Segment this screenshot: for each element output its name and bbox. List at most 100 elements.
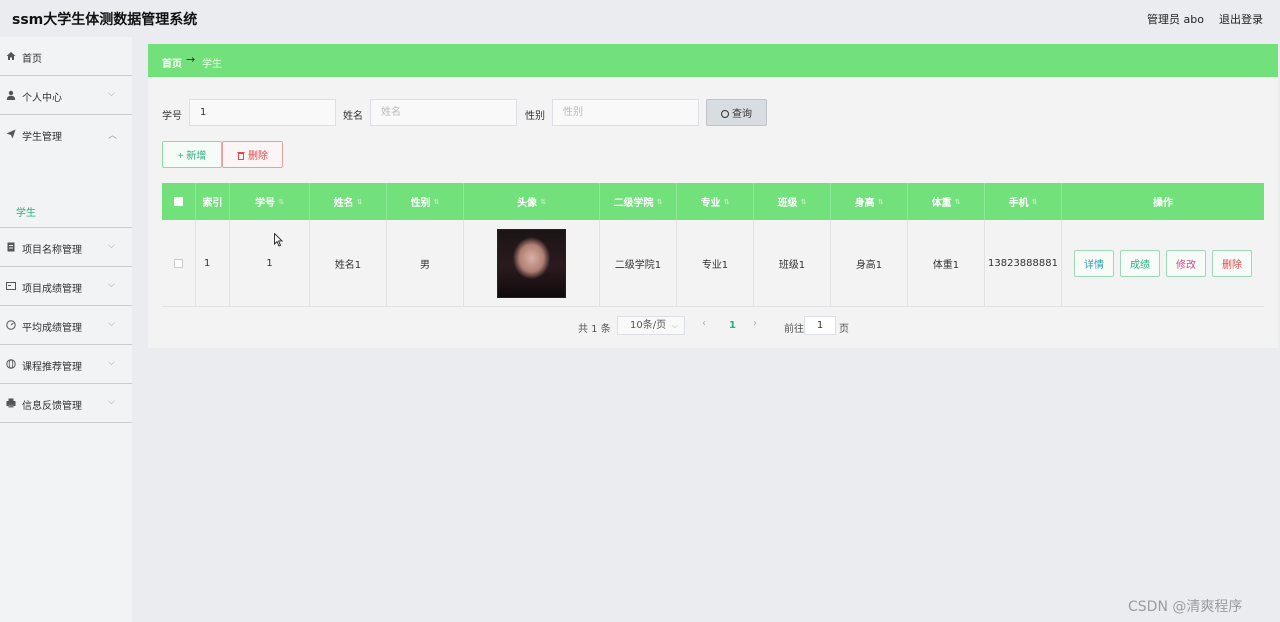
goto-page-input[interactable] (804, 316, 836, 335)
main-panel: 首页 → 学生 学号 姓名 性别 查询 + 新增 删除 索引 学号⇅ 姓名⇅ 性… (148, 44, 1278, 348)
chevron-down-icon: ⌵ (108, 89, 115, 99)
sort-icon[interactable]: ⇅ (540, 198, 546, 206)
select-all-checkbox[interactable] (174, 197, 183, 206)
cell-phone: 13823888881 (985, 220, 1062, 306)
sidebar-item-students[interactable]: 学生管理 ︿ 学生 (0, 115, 132, 228)
page-unit-label: 页 (839, 324, 849, 335)
col-height-label: 身高 (854, 198, 875, 209)
sidebar-item-label: 信息反馈管理 (22, 401, 82, 412)
chevron-down-icon: ⌵ (108, 397, 115, 407)
gender-label: 性别 (525, 111, 545, 122)
student-no-input[interactable] (189, 99, 336, 126)
sort-icon[interactable]: ⇅ (278, 198, 284, 206)
col-name[interactable]: 姓名 ⇅ (310, 183, 387, 220)
sort-icon[interactable]: ⇅ (357, 198, 363, 206)
row-select-cell[interactable] (162, 220, 196, 306)
cell-student-no: 1 (230, 220, 310, 306)
col-college-label: 二级学院 (613, 198, 654, 209)
chevron-down-icon: ⌵ (108, 280, 115, 290)
sidebar-item-average-scores[interactable]: 平均成绩管理 ⌵ (0, 306, 132, 345)
name-input[interactable] (370, 99, 517, 126)
delete-button[interactable]: 删除 (1212, 249, 1252, 277)
col-major[interactable]: 专业 ⇅ (677, 183, 754, 220)
arrow-right-icon: → (186, 53, 196, 66)
sidebar-item-label: 首页 (22, 54, 42, 65)
col-weight-label: 体重 (931, 198, 952, 209)
batch-delete-button[interactable]: 删除 (222, 141, 283, 168)
sort-icon[interactable]: ⇅ (801, 198, 807, 206)
sidebar-item-project-names[interactable]: 项目名称管理 ⌵ (0, 228, 132, 267)
col-student-no[interactable]: 学号 ⇅ (230, 183, 310, 220)
sidebar-item-label: 平均成绩管理 (22, 323, 82, 334)
col-height[interactable]: 身高 ⇅ (831, 183, 908, 220)
sort-icon[interactable]: ⇅ (434, 198, 440, 206)
col-phone-label: 手机 (1008, 198, 1029, 209)
row-checkbox[interactable] (174, 258, 183, 268)
col-college[interactable]: 二级学院 ⇅ (600, 183, 677, 220)
gauge-icon (6, 320, 16, 330)
sort-icon[interactable]: ⇅ (1032, 198, 1038, 206)
edit-button[interactable]: 修改 (1166, 249, 1206, 277)
batch-delete-label: 删除 (248, 151, 268, 162)
sidebar-item-project-scores[interactable]: 项目成绩管理 ⌵ (0, 267, 132, 306)
sidebar-item-profile[interactable]: 个人中心 ⌵ (0, 76, 132, 115)
col-weight[interactable]: 体重 ⇅ (908, 183, 985, 220)
query-button-label: 查询 (732, 109, 752, 120)
col-major-label: 专业 (700, 198, 721, 209)
col-gender-label: 性别 (410, 198, 431, 209)
page-number-current[interactable]: 1 (729, 320, 736, 331)
sidebar-item-label: 项目成绩管理 (22, 284, 82, 295)
col-class[interactable]: 班级 ⇅ (754, 183, 831, 220)
user-icon (6, 90, 16, 100)
printer-icon (6, 398, 16, 408)
page-size-value: 10条/页 (630, 320, 667, 331)
pagination-total: 共 1 条 (578, 324, 611, 335)
table-row: 1 1 姓名1 男 二级学院1 专业1 班级1 身高1 体重1 13823888… (162, 220, 1264, 307)
col-actions: 操作 (1062, 183, 1264, 220)
score-button[interactable]: 成绩 (1120, 249, 1160, 277)
search-icon (721, 110, 729, 118)
sidebar-item-label: 课程推荐管理 (22, 362, 82, 373)
cell-avatar (464, 220, 600, 306)
detail-button[interactable]: 详情 (1074, 249, 1114, 277)
gender-input[interactable] (552, 99, 699, 126)
chevron-down-icon: ⌵ (671, 321, 678, 330)
sort-icon[interactable]: ⇅ (724, 198, 730, 206)
breadcrumb-home[interactable]: 首页 (162, 55, 182, 70)
query-button[interactable]: 查询 (706, 99, 767, 126)
col-phone[interactable]: 手机 ⇅ (985, 183, 1062, 220)
current-user: 管理员 abo (1147, 13, 1204, 26)
app-title: ssm大学生体测数据管理系统 (12, 12, 198, 28)
col-gender[interactable]: 性别 ⇅ (387, 183, 464, 220)
trash-icon (237, 152, 245, 160)
cell-college: 二级学院1 (600, 220, 677, 306)
col-avatar-label: 头像 (517, 198, 538, 209)
sort-icon[interactable]: ⇅ (878, 198, 884, 206)
breadcrumb-current: 学生 (202, 59, 222, 70)
select-all-cell[interactable] (162, 183, 196, 220)
col-avatar[interactable]: 头像 ⇅ (464, 183, 600, 220)
cell-class: 班级1 (754, 220, 831, 306)
cell-index: 1 (196, 220, 230, 306)
col-index: 索引 (196, 183, 230, 220)
cell-weight: 体重1 (908, 220, 985, 306)
sort-icon[interactable]: ⇅ (657, 198, 663, 206)
sort-icon[interactable]: ⇅ (955, 198, 961, 206)
sidebar-subitem-student[interactable]: 学生 (16, 204, 36, 219)
page-size-select[interactable]: 10条/页 ⌵ (617, 316, 685, 335)
next-page-button[interactable]: › (753, 318, 757, 329)
card-icon (6, 282, 16, 290)
sidebar-item-course-recommend[interactable]: 课程推荐管理 ⌵ (0, 345, 132, 384)
col-student-no-label: 学号 (255, 198, 276, 209)
logout-link[interactable]: 退出登录 (1219, 11, 1263, 27)
table-header: 索引 学号 ⇅ 姓名 ⇅ 性别 ⇅ 头像 ⇅ 二级学院 ⇅ 专业 ⇅ 班级 ⇅ 身高 ⇅ 体重 ⇅… (162, 183, 1264, 220)
sidebar-item-home[interactable]: 首页 (0, 37, 132, 76)
add-button[interactable]: + 新增 (162, 141, 222, 168)
cell-gender: 男 (387, 220, 464, 306)
prev-page-button[interactable]: ‹ (702, 318, 706, 329)
send-icon (6, 129, 16, 139)
sidebar-item-feedback[interactable]: 信息反馈管理 ⌵ (0, 384, 132, 423)
chevron-down-icon: ⌵ (108, 241, 115, 251)
cell-major: 专业1 (677, 220, 754, 306)
mouse-cursor-icon (274, 233, 283, 247)
